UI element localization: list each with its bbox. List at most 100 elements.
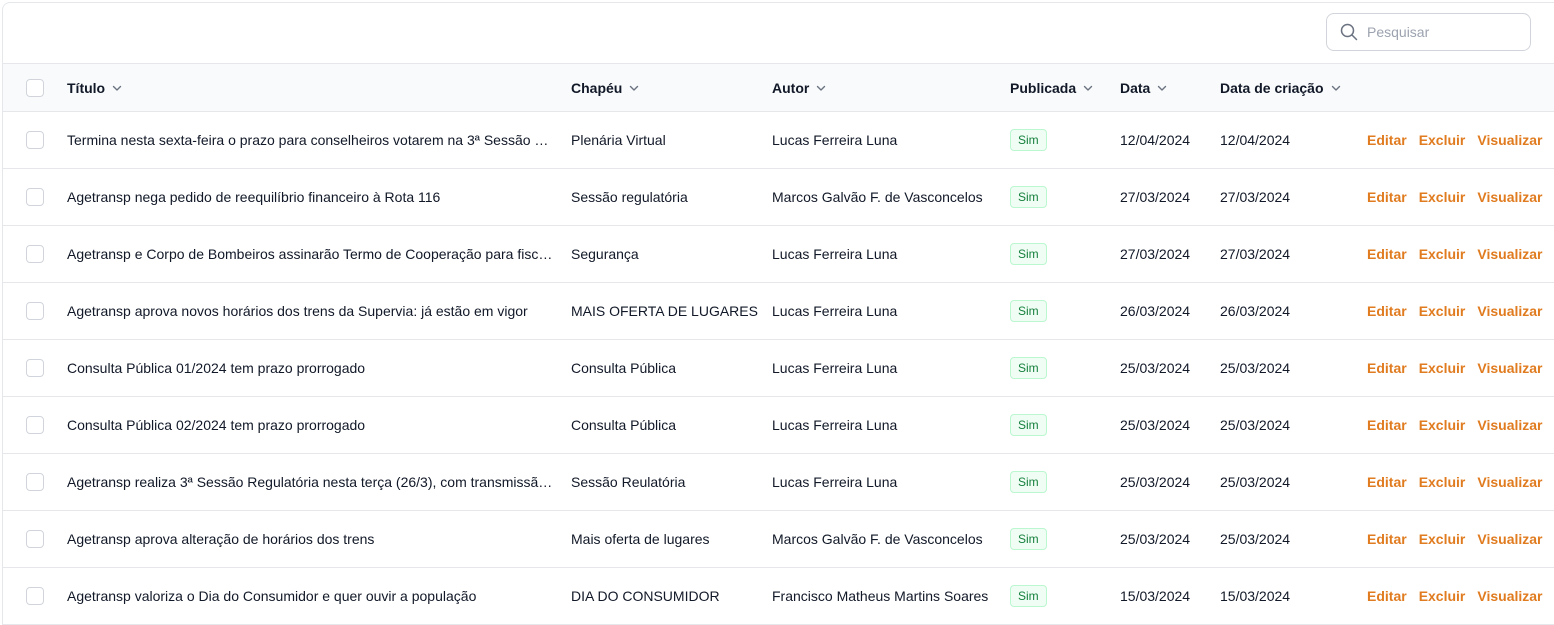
cell-published: Sim [1010,283,1110,339]
chevron-down-icon [111,82,123,94]
edit-link[interactable]: Editar [1367,132,1407,148]
row-actions: Editar Excluir Visualizar [1367,511,1554,567]
row-checkbox[interactable] [26,302,44,320]
column-header-hat[interactable]: Chapéu [571,64,640,111]
row-actions: Editar Excluir Visualizar [1367,169,1554,225]
view-link[interactable]: Visualizar [1477,531,1542,547]
cell-created: 15/03/2024 [1220,588,1291,604]
column-header-date[interactable]: Data [1120,64,1168,111]
cell-title[interactable]: Consulta Pública 01/2024 tem prazo prorr… [67,340,557,396]
select-all-checkbox[interactable] [26,79,44,97]
row-checkbox[interactable] [26,530,44,548]
table-row: Consulta Pública 02/2024 tem prazo prorr… [3,397,1554,454]
cell-hat: Sessão Reulatória [571,474,686,490]
delete-link[interactable]: Excluir [1419,189,1466,205]
cell-date: 12/04/2024 [1120,132,1191,148]
row-checkbox[interactable] [26,587,44,605]
view-link[interactable]: Visualizar [1477,303,1542,319]
cell-title[interactable]: Agetransp nega pedido de reequilíbrio fi… [67,169,557,225]
view-link[interactable]: Visualizar [1477,189,1542,205]
row-actions: Editar Excluir Visualizar [1367,568,1554,624]
cell-title[interactable]: Termina nesta sexta-feira o prazo para c… [67,112,557,168]
cell-title[interactable]: Agetransp realiza 3ª Sessão Regulatória … [67,454,557,510]
status-badge: Sim [1010,414,1047,436]
view-link[interactable]: Visualizar [1477,360,1542,376]
cell-created: 25/03/2024 [1220,417,1291,433]
cell-hat: DIA DO CONSUMIDOR [571,588,720,604]
cell-title[interactable]: Agetransp aprova novos horários dos tren… [67,283,557,339]
cell-hat: Segurança [571,246,639,262]
edit-link[interactable]: Editar [1367,531,1407,547]
status-badge: Sim [1010,300,1047,322]
edit-link[interactable]: Editar [1367,417,1407,433]
row-actions: Editar Excluir Visualizar [1367,397,1554,453]
column-header-author[interactable]: Autor [772,64,827,111]
cell-date: 25/03/2024 [1120,474,1191,490]
table-row: Agetransp realiza 3ª Sessão Regulatória … [3,454,1554,511]
cell-author: Marcos Galvão F. de Vasconcelos [772,531,983,547]
row-actions: Editar Excluir Visualizar [1367,454,1554,510]
view-link[interactable]: Visualizar [1477,474,1542,490]
cell-title[interactable]: Consulta Pública 02/2024 tem prazo prorr… [67,397,557,453]
table-row: Agetransp aprova novos horários dos tren… [3,283,1554,340]
cell-published: Sim [1010,340,1110,396]
delete-link[interactable]: Excluir [1419,246,1466,262]
delete-link[interactable]: Excluir [1419,588,1466,604]
delete-link[interactable]: Excluir [1419,132,1466,148]
column-header-published[interactable]: Publicada [1010,64,1094,111]
row-actions: Editar Excluir Visualizar [1367,283,1554,339]
search-icon [1340,23,1358,41]
cell-title[interactable]: Agetransp e Corpo de Bombeiros assinarão… [67,226,557,282]
cell-date: 25/03/2024 [1120,360,1191,376]
view-link[interactable]: Visualizar [1477,588,1542,604]
status-badge: Sim [1010,471,1047,493]
cell-created: 12/04/2024 [1220,132,1291,148]
view-link[interactable]: Visualizar [1477,417,1542,433]
cell-title[interactable]: Agetransp valoriza o Dia do Consumidor e… [67,568,557,624]
cell-author: Lucas Ferreira Luna [772,474,898,490]
row-checkbox[interactable] [26,416,44,434]
cell-author: Lucas Ferreira Luna [772,417,898,433]
row-checkbox[interactable] [26,473,44,491]
view-link[interactable]: Visualizar [1477,246,1542,262]
edit-link[interactable]: Editar [1367,246,1407,262]
search-input[interactable] [1367,24,1527,40]
delete-link[interactable]: Excluir [1419,303,1466,319]
cell-author: Lucas Ferreira Luna [772,246,898,262]
cell-created: 25/03/2024 [1220,531,1291,547]
cell-date: 25/03/2024 [1120,417,1191,433]
view-link[interactable]: Visualizar [1477,132,1542,148]
status-badge: Sim [1010,357,1047,379]
row-checkbox[interactable] [26,359,44,377]
row-checkbox[interactable] [26,188,44,206]
table-row: Agetransp aprova alteração de horários d… [3,511,1554,568]
cell-author: Marcos Galvão F. de Vasconcelos [772,189,983,205]
cell-published: Sim [1010,397,1110,453]
search-box[interactable] [1326,13,1531,51]
cell-hat: Plenária Virtual [571,132,666,148]
delete-link[interactable]: Excluir [1419,474,1466,490]
edit-link[interactable]: Editar [1367,189,1407,205]
column-header-created[interactable]: Data de criação [1220,64,1342,111]
column-header-label: Data [1120,79,1151,96]
edit-link[interactable]: Editar [1367,360,1407,376]
cell-hat: Sessão regulatória [571,189,688,205]
edit-link[interactable]: Editar [1367,588,1407,604]
table-row: Consulta Pública 01/2024 tem prazo prorr… [3,340,1554,397]
edit-link[interactable]: Editar [1367,474,1407,490]
cell-title[interactable]: Agetransp aprova alteração de horários d… [67,511,557,567]
column-header-label: Publicada [1010,79,1077,96]
column-header-title[interactable]: Título [67,64,123,111]
status-badge: Sim [1010,243,1047,265]
cell-created: 26/03/2024 [1220,303,1291,319]
column-header-label: Data de criação [1220,79,1324,96]
cell-created: 27/03/2024 [1220,189,1291,205]
row-checkbox[interactable] [26,245,44,263]
row-actions: Editar Excluir Visualizar [1367,226,1554,282]
cell-date: 27/03/2024 [1120,189,1191,205]
delete-link[interactable]: Excluir [1419,531,1466,547]
delete-link[interactable]: Excluir [1419,360,1466,376]
edit-link[interactable]: Editar [1367,303,1407,319]
row-checkbox[interactable] [26,131,44,149]
delete-link[interactable]: Excluir [1419,417,1466,433]
